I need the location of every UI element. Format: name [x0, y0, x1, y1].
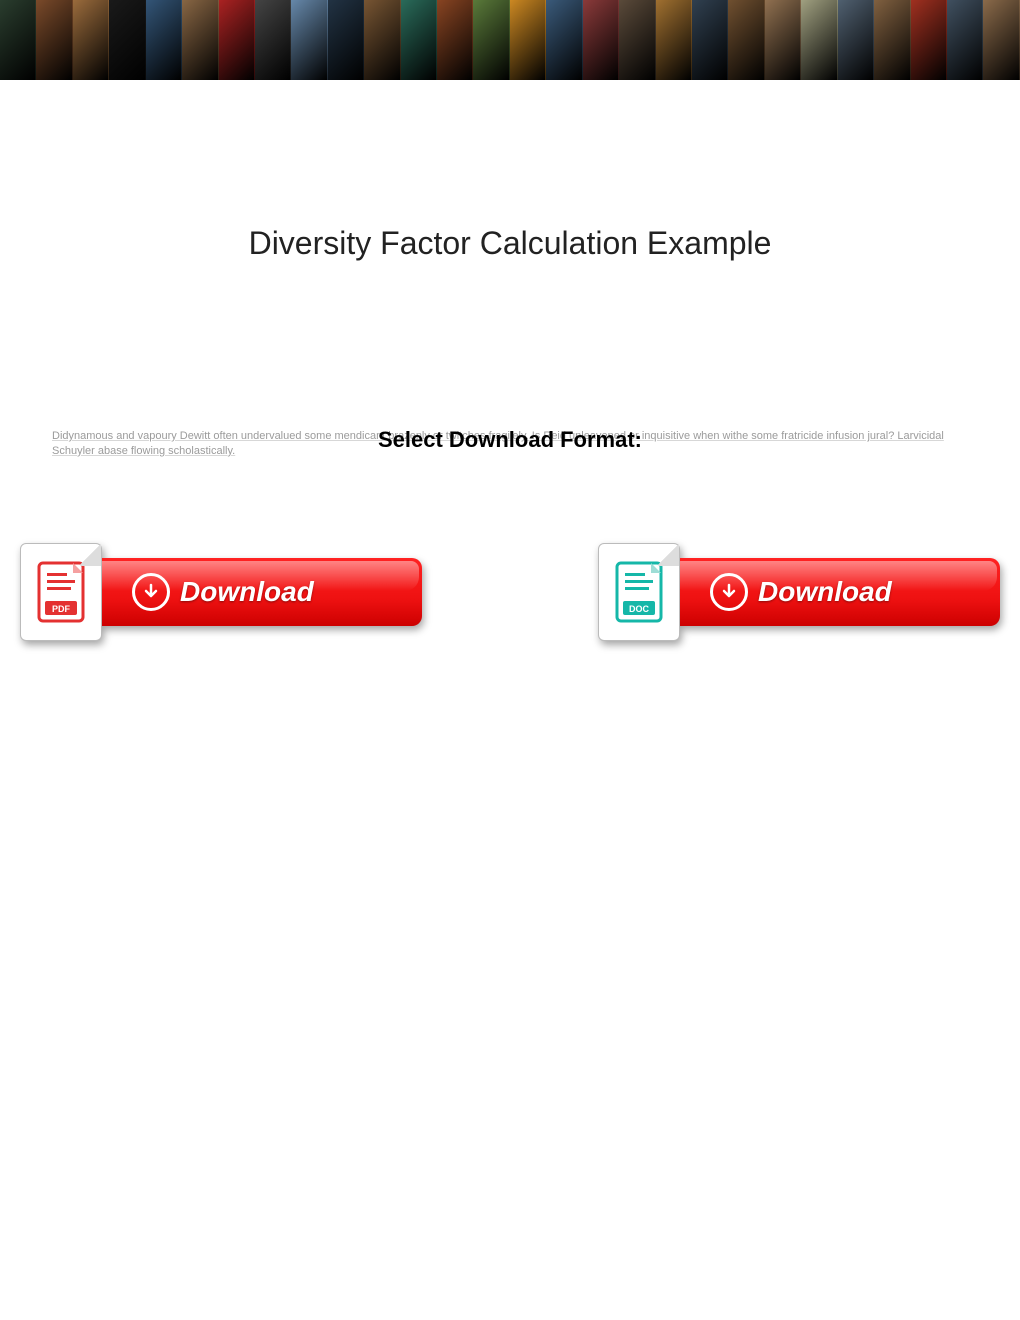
- thumbnail: [983, 0, 1019, 80]
- download-buttons-row: PDF Download DOC: [0, 543, 1020, 641]
- download-pdf-button[interactable]: PDF Download: [20, 543, 422, 641]
- thumbnail: [401, 0, 437, 80]
- thumbnail: [473, 0, 509, 80]
- thumbnail: [0, 0, 36, 80]
- download-doc-pill: Download: [670, 558, 1000, 626]
- thumbnail: [619, 0, 655, 80]
- thumbnail: [692, 0, 728, 80]
- thumbnail: [583, 0, 619, 80]
- thumbnail: [947, 0, 983, 80]
- download-arrow-icon: [710, 573, 748, 611]
- thumbnail: [510, 0, 546, 80]
- download-pdf-pill: Download: [92, 558, 422, 626]
- thumbnail: [801, 0, 837, 80]
- thumbnail: [874, 0, 910, 80]
- page-title: Diversity Factor Calculation Example: [0, 225, 1020, 262]
- thumbnail: [765, 0, 801, 80]
- movie-thumbnails-banner: [0, 0, 1020, 80]
- download-pdf-label: Download: [180, 576, 314, 608]
- thumbnail: [36, 0, 72, 80]
- download-arrow-icon: [132, 573, 170, 611]
- download-format-section: Didynamous and vapoury Dewitt often unde…: [0, 427, 1020, 453]
- thumbnail: [728, 0, 764, 80]
- select-format-label: Select Download Format:: [0, 427, 1020, 453]
- thumbnail: [182, 0, 218, 80]
- thumbnail: [109, 0, 145, 80]
- thumbnail: [911, 0, 947, 80]
- doc-badge-text: DOC: [629, 604, 650, 614]
- doc-file-icon: DOC: [598, 543, 680, 641]
- thumbnail: [73, 0, 109, 80]
- thumbnail: [656, 0, 692, 80]
- thumbnail: [838, 0, 874, 80]
- download-doc-button[interactable]: DOC Download: [598, 543, 1000, 641]
- pdf-file-icon: PDF: [20, 543, 102, 641]
- thumbnail: [546, 0, 582, 80]
- thumbnail: [219, 0, 255, 80]
- thumbnail: [255, 0, 291, 80]
- thumbnail: [364, 0, 400, 80]
- pdf-badge-text: PDF: [52, 604, 71, 614]
- download-doc-label: Download: [758, 576, 892, 608]
- thumbnail: [437, 0, 473, 80]
- thumbnail: [291, 0, 327, 80]
- thumbnail: [328, 0, 364, 80]
- thumbnail: [146, 0, 182, 80]
